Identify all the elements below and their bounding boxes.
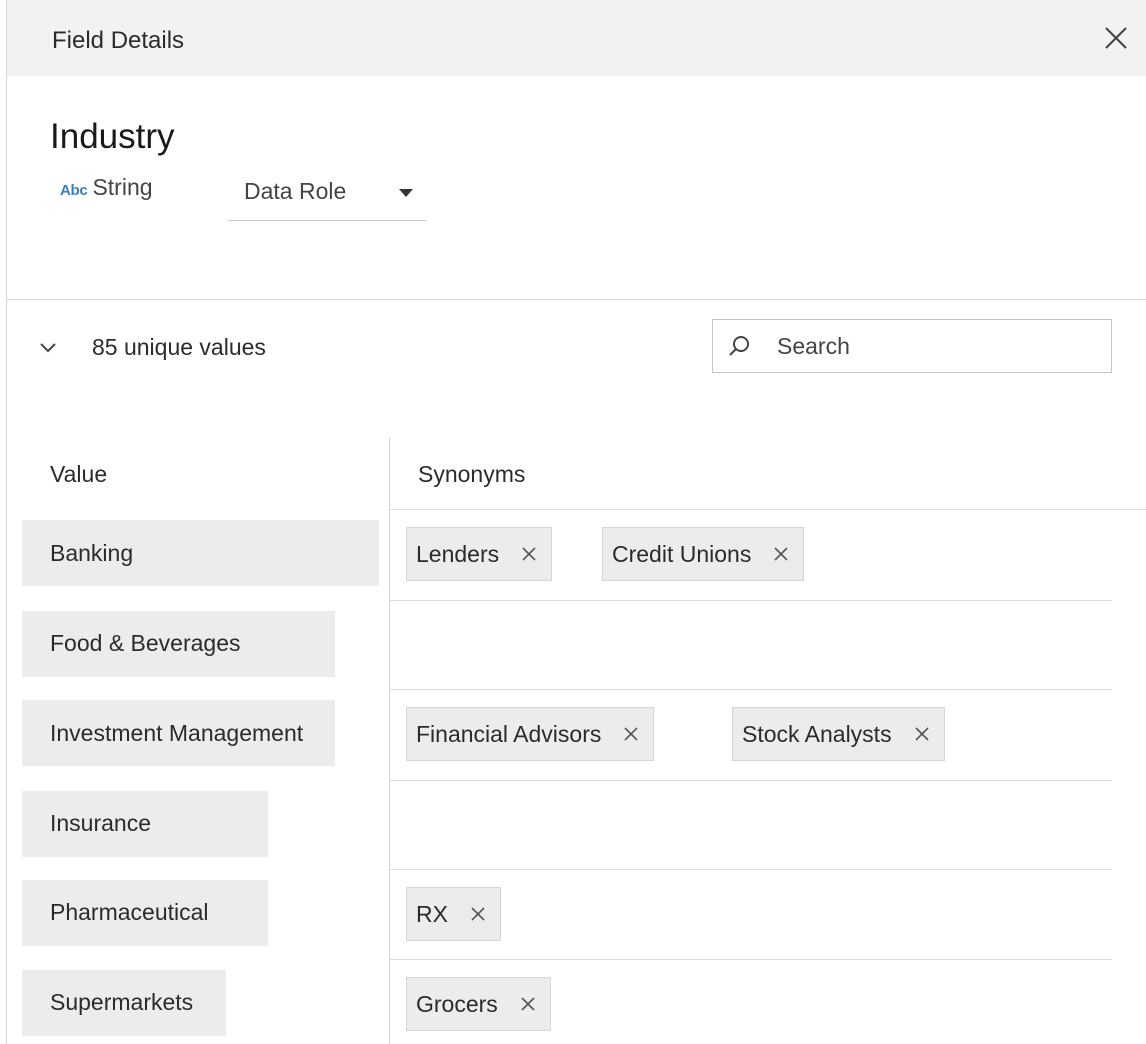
remove-x-icon[interactable] bbox=[912, 724, 932, 744]
row-divider bbox=[390, 959, 1112, 960]
synonym-label: Financial Advisors bbox=[416, 720, 602, 747]
synonym-label: Lenders bbox=[416, 540, 500, 567]
panel-left-border bbox=[6, 0, 7, 1044]
value-label: Supermarkets bbox=[50, 989, 194, 1015]
value-label: Banking bbox=[50, 540, 134, 566]
search-icon bbox=[729, 336, 749, 356]
data-role-label: Data Role bbox=[244, 178, 347, 204]
search-input[interactable] bbox=[777, 328, 1097, 364]
value-label: Food & Beverages bbox=[50, 630, 241, 656]
synonym-label: RX bbox=[416, 900, 448, 927]
panel-title: Field Details bbox=[52, 27, 185, 54]
row-divider bbox=[390, 780, 1112, 781]
panel-header: Field Details bbox=[7, 0, 1146, 76]
chevron-down-icon bbox=[40, 343, 56, 353]
expand-values-toggle[interactable] bbox=[36, 335, 60, 359]
remove-x-icon[interactable] bbox=[518, 994, 538, 1014]
synonym-label: Grocers bbox=[416, 990, 498, 1017]
field-type-label: String bbox=[92, 174, 153, 200]
row-divider bbox=[390, 600, 1112, 601]
search-box[interactable] bbox=[712, 319, 1112, 373]
remove-x-icon[interactable] bbox=[621, 724, 641, 744]
string-type-icon: Abc bbox=[60, 182, 88, 199]
column-header-value: Value bbox=[50, 461, 108, 487]
remove-x-icon[interactable] bbox=[468, 904, 488, 924]
field-details-panel: Field Details Industry Abc String Data R… bbox=[0, 0, 1146, 1044]
synonym-label: Credit Unions bbox=[612, 540, 752, 567]
field-type: Abc String bbox=[60, 174, 153, 201]
remove-x-icon[interactable] bbox=[771, 544, 791, 564]
section-divider bbox=[7, 299, 1146, 300]
row-divider bbox=[390, 689, 1112, 690]
field-name-title: Industry bbox=[50, 117, 175, 156]
synonym-chip: Stock Analysts bbox=[732, 707, 945, 761]
row-divider bbox=[390, 869, 1112, 870]
synonym-label: Stock Analysts bbox=[742, 720, 892, 747]
remove-x-icon[interactable] bbox=[519, 544, 539, 564]
close-icon bbox=[1105, 27, 1127, 49]
synonym-chip: Lenders bbox=[406, 527, 553, 581]
value-label: Pharmaceutical bbox=[50, 899, 209, 925]
column-header-synonyms: Synonyms bbox=[418, 461, 526, 487]
value-label: Investment Management bbox=[50, 720, 304, 746]
synonym-chip: Credit Unions bbox=[602, 527, 805, 581]
synonym-chip: Grocers bbox=[406, 977, 551, 1031]
unique-values-count: 85 unique values bbox=[92, 334, 266, 360]
synonym-chip: RX bbox=[406, 887, 501, 941]
caret-down-icon bbox=[399, 189, 413, 197]
close-button[interactable] bbox=[1100, 22, 1132, 54]
value-label: Insurance bbox=[50, 810, 152, 836]
synonym-chip: Financial Advisors bbox=[406, 707, 655, 761]
data-role-dropdown[interactable]: Data Role bbox=[228, 170, 426, 221]
column-divider bbox=[389, 438, 390, 1044]
header-row-divider bbox=[390, 509, 1146, 510]
